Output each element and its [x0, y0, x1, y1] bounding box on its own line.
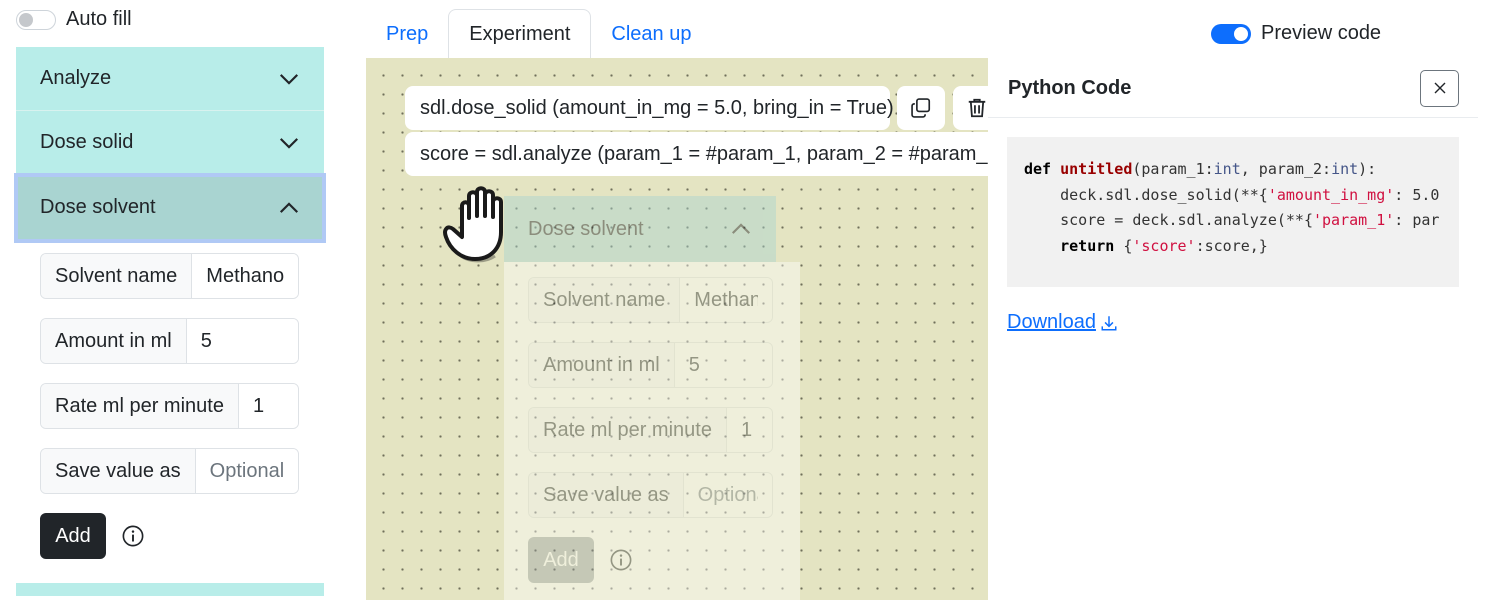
preview-code-label: Preview code: [1261, 22, 1382, 44]
field-label: Save value as: [41, 449, 196, 493]
workflow-step[interactable]: sdl.dose_solid (amount_in_mg = 5.0, brin…: [405, 86, 894, 130]
save-value-as-field: Save value as: [40, 448, 299, 494]
download-label: Download: [1007, 311, 1096, 333]
save-value-as-input[interactable]: [195, 449, 298, 493]
operations-accordion: Analyze Dose solid Dose solvent Solvent …: [14, 47, 326, 596]
rate-ml-per-minute-input[interactable]: [238, 384, 298, 428]
copy-icon: [911, 98, 931, 118]
tab-prep[interactable]: Prep: [366, 9, 448, 59]
accordion-next-header[interactable]: [16, 583, 324, 596]
solvent-name-field: Solvent name: [40, 253, 299, 299]
field-label: Save value as: [529, 473, 684, 517]
code-text: def untitled(param_1:int, param_2:int): …: [1024, 160, 1440, 255]
download-icon: [1101, 315, 1117, 330]
code-panel-header: Python Code: [988, 59, 1478, 118]
field-label: Amount in ml: [41, 319, 187, 363]
ghost-form: Solvent name Amount in ml Rate ml per mi…: [504, 262, 800, 600]
python-code-panel: Python Code def untitled(param_1:int, pa…: [988, 59, 1478, 600]
ghost-header: Dose solvent: [504, 196, 776, 262]
workflow-tabs: Prep Experiment Clean up: [366, 9, 711, 59]
field-label: Solvent name: [529, 278, 681, 322]
autofill-label: Auto fill: [66, 8, 132, 30]
rate-ml-per-minute-field: Rate ml per minute: [40, 383, 299, 429]
field-label: Amount in ml: [529, 343, 675, 387]
switch-knob: [1234, 26, 1248, 41]
preview-code-switch[interactable]: [1211, 23, 1251, 44]
ghost-input: [674, 343, 772, 387]
info-icon[interactable]: [122, 525, 144, 547]
chevron-down-icon: [279, 73, 299, 85]
ghost-field: Amount in ml: [528, 342, 773, 388]
ghost-field: Save value as: [528, 472, 773, 518]
download-link[interactable]: Download: [1007, 311, 1118, 334]
code-panel-title: Python Code: [1008, 76, 1132, 99]
info-icon: [610, 549, 632, 571]
chevron-down-icon: [279, 137, 299, 149]
amount-in-ml-field: Amount in ml: [40, 318, 299, 364]
field-label: Rate ml per minute: [41, 384, 239, 428]
grab-cursor-icon: [443, 186, 503, 263]
close-icon: [1434, 82, 1445, 94]
drag-ghost-dose-solvent: Dose solvent Solvent name Amount in ml R…: [504, 196, 800, 600]
accordion-header-dose-solid[interactable]: Dose solid: [16, 111, 324, 175]
tab-clean-up[interactable]: Clean up: [591, 9, 711, 59]
dose-solvent-form: Solvent name Amount in ml Rate ml per mi…: [16, 241, 324, 583]
accordion-label: Dose solid: [40, 131, 134, 153]
tab-experiment[interactable]: Experiment: [448, 9, 592, 59]
close-button[interactable]: [1420, 69, 1459, 107]
solvent-name-input[interactable]: [192, 254, 298, 298]
accordion-label: Analyze: [40, 67, 112, 89]
ghost-input: [680, 278, 772, 322]
preview-code-toggle-group: Preview code: [1211, 22, 1381, 45]
workflow-canvas[interactable]: sdl.dose_solid (amount_in_mg = 5.0, brin…: [366, 58, 988, 600]
ghost-field: Rate ml per minute: [528, 407, 773, 453]
switch-knob: [19, 12, 33, 27]
autofill-toggle-group: Auto fill: [16, 8, 132, 31]
copy-button[interactable]: [897, 86, 945, 130]
ghost-input: [726, 408, 772, 452]
accordion-header-dose-solvent[interactable]: Dose solvent: [14, 173, 326, 243]
autofill-switch[interactable]: [16, 9, 56, 30]
field-label: Rate ml per minute: [529, 408, 727, 452]
amount-in-ml-input[interactable]: [186, 319, 298, 363]
workflow-step[interactable]: score = sdl.analyze (param_1 = #param_1,…: [405, 132, 988, 176]
field-label: Solvent name: [41, 254, 193, 298]
code-block: def untitled(param_1:int, param_2:int): …: [1007, 137, 1459, 287]
add-row: Add: [40, 513, 300, 559]
ghost-label: Dose solvent: [528, 217, 644, 240]
trash-icon: [968, 98, 986, 118]
ghost-add-row: Add: [528, 537, 776, 583]
ghost-input: [683, 473, 772, 517]
ghost-add-button: Add: [528, 537, 594, 583]
accordion-label: Dose solvent: [40, 196, 156, 218]
chevron-up-icon: [279, 201, 299, 213]
delete-button[interactable]: [953, 86, 988, 130]
chevron-up-icon: [731, 223, 751, 234]
add-button[interactable]: Add: [40, 513, 106, 559]
accordion-header-analyze[interactable]: Analyze: [16, 47, 324, 111]
ghost-field: Solvent name: [528, 277, 773, 323]
